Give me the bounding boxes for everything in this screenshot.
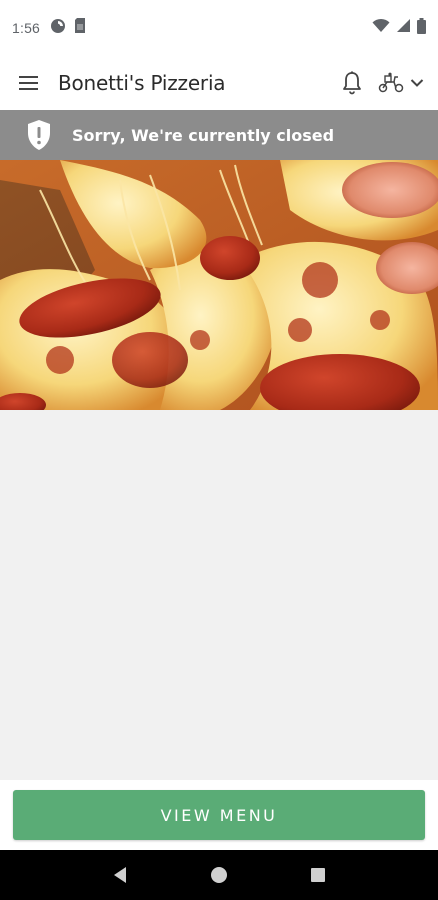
chevron-down-icon [410, 79, 424, 87]
wifi-icon [372, 18, 390, 38]
home-button[interactable] [204, 860, 234, 890]
bell-icon [343, 71, 361, 95]
menu-icon [19, 76, 38, 90]
app-actions [336, 67, 424, 99]
delivery-scooter-icon [378, 72, 404, 93]
status-bar: 1:56 [0, 0, 438, 56]
sim-card-icon [74, 18, 86, 38]
cellular-signal-icon [396, 18, 411, 38]
status-left-icons [50, 18, 86, 39]
order-type-selector[interactable] [378, 72, 424, 94]
notifications-button[interactable] [336, 67, 368, 99]
view-menu-button[interactable]: VIEW MENU [13, 790, 425, 840]
status-time: 1:56 [12, 20, 41, 36]
menu-button[interactable] [14, 68, 44, 98]
closed-banner: Sorry, We're currently closed [0, 110, 438, 160]
recents-button[interactable] [303, 860, 333, 890]
shield-alert-icon [24, 119, 54, 151]
back-icon [113, 867, 126, 883]
data-saver-icon [50, 18, 66, 39]
app-bar: Bonetti's Pizzeria [0, 56, 438, 110]
system-nav-bar [0, 850, 438, 900]
home-icon [210, 867, 227, 883]
recents-icon [311, 868, 326, 882]
battery-icon [417, 17, 426, 39]
bottom-bar: VIEW MENU [0, 780, 438, 850]
content-area [0, 410, 438, 780]
status-right-icons [372, 17, 426, 39]
closed-message: Sorry, We're currently closed [72, 125, 335, 145]
back-button[interactable] [105, 860, 135, 890]
pizza-photo [0, 160, 438, 410]
restaurant-title: Bonetti's Pizzeria [58, 71, 226, 95]
